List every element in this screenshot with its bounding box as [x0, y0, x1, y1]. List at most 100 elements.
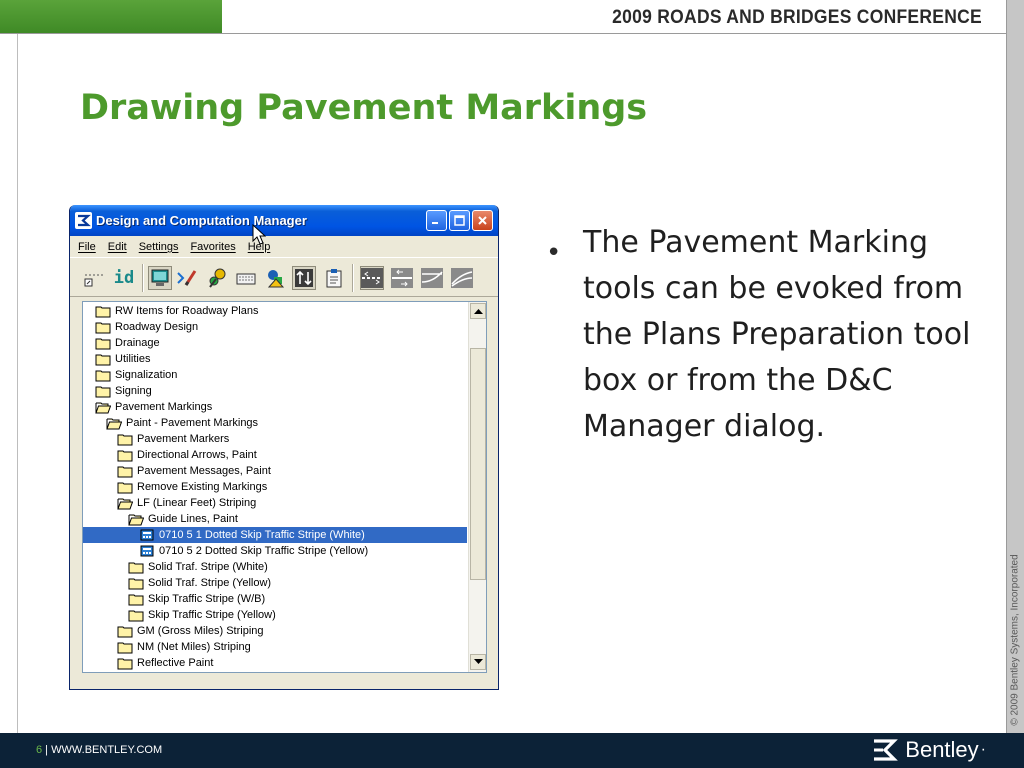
tree-item[interactable]: RW Items for Roadway Plans — [83, 303, 467, 319]
close-icon — [478, 216, 487, 225]
item-icon — [139, 544, 155, 558]
menu-settings[interactable]: Settings — [139, 241, 179, 253]
line-style-button[interactable] — [82, 266, 106, 290]
tree-item-label: Pavement Markers — [137, 433, 230, 445]
folder-closed-icon — [117, 640, 133, 654]
tree-item-label: GM (Gross Miles) Striping — [137, 625, 264, 637]
id-button[interactable]: id — [112, 266, 136, 290]
folder-closed-icon — [117, 656, 133, 670]
footer-url[interactable]: WWW.BENTLEY.COM — [51, 744, 162, 756]
tree-item-label: Paint - Pavement Markings — [126, 417, 259, 429]
bullet-text: The Pavement Marking tools can be evoked… — [583, 225, 971, 444]
pencil-check-button[interactable] — [175, 266, 199, 290]
tree-item[interactable]: Solid Traf. Stripe (White) — [83, 559, 467, 575]
menu-bar: File Edit Settings Favorites Help — [70, 236, 498, 257]
stripe-arrows-button[interactable] — [390, 266, 414, 290]
arrow-up-icon — [473, 309, 483, 314]
keyboard-button[interactable] — [234, 266, 258, 290]
tree-item[interactable]: Remove Existing Markings — [83, 479, 467, 495]
folder-open-icon — [128, 512, 145, 526]
tree-item-label: Signalization — [115, 369, 178, 381]
minimize-button[interactable] — [426, 210, 447, 231]
shapes-icon — [267, 270, 285, 288]
tree-item[interactable]: Drainage — [83, 335, 467, 351]
minimize-icon — [432, 222, 438, 224]
scroll-down-button[interactable] — [470, 654, 486, 670]
tree-item-label: Reflective Paint — [137, 657, 214, 669]
clipboard-icon — [326, 269, 342, 288]
tree-rows: RW Items for Roadway Plans Roadway Design… — [83, 302, 467, 672]
tree-item[interactable]: Pavement Messages, Paint — [83, 463, 467, 479]
tree-item[interactable]: Roadway Design — [83, 319, 467, 335]
tree-item[interactable]: 0710 5 2 Dotted Skip Traffic Stripe (Yel… — [83, 543, 467, 559]
folder-closed-icon — [117, 464, 133, 478]
tree-item[interactable]: Solid Traf. Stripe (Yellow) — [83, 575, 467, 591]
tree-item-label: Remove Existing Markings — [137, 481, 268, 493]
scroll-thumb[interactable] — [470, 348, 486, 580]
arrow-down-icon — [473, 659, 483, 664]
monitor-button[interactable] — [148, 266, 172, 290]
left-margin-rule — [17, 34, 18, 734]
scroll-up-button[interactable] — [470, 303, 486, 319]
tree-item-label: LF (Linear Feet) Striping — [137, 497, 257, 509]
tree-item[interactable]: Utilities — [83, 351, 467, 367]
footer-separator: | — [42, 744, 52, 756]
folder-closed-icon — [128, 608, 144, 622]
tree-item[interactable]: Guide Lines, Paint — [83, 511, 467, 527]
folder-closed-icon — [95, 304, 111, 318]
folder-closed-icon — [95, 352, 111, 366]
tree-item-label: Signing — [115, 385, 152, 397]
tree-item[interactable]: Reflective Paint — [83, 655, 467, 671]
tree-item[interactable]: Directional Arrows, Paint — [83, 447, 467, 463]
tree-item-label: 0710 5 2 Dotted Skip Traffic Stripe (Yel… — [159, 545, 369, 557]
stripe-curve-icon — [421, 268, 443, 288]
menu-favorites[interactable]: Favorites — [190, 241, 235, 253]
arrows-updown-button[interactable] — [292, 266, 316, 290]
stripe-curve-button[interactable] — [420, 266, 444, 290]
header-accent-tab — [0, 0, 222, 33]
shapes-button[interactable] — [264, 266, 288, 290]
stripe-dash-button[interactable] — [360, 266, 384, 290]
folder-closed-icon — [128, 560, 144, 574]
folder-open-icon — [106, 416, 123, 430]
tree-item-label: RW Items for Roadway Plans — [115, 305, 259, 317]
monitor-icon — [151, 269, 169, 286]
dc-item-tree[interactable]: RW Items for Roadway Plans Roadway Design… — [82, 301, 487, 673]
menu-file[interactable]: File — [78, 241, 96, 253]
maximize-button[interactable] — [449, 210, 470, 231]
tree-item[interactable]: Paint - Pavement Markings — [83, 415, 467, 431]
folder-open-icon — [95, 400, 112, 414]
folder-closed-icon — [95, 320, 111, 334]
dc-manager-app-icon — [75, 212, 92, 229]
tree-item[interactable]: 0710 5 1 Dotted Skip Traffic Stripe (Whi… — [83, 527, 467, 543]
tree-item[interactable]: Pavement Markers — [83, 431, 467, 447]
tree-item[interactable]: GM (Gross Miles) Striping — [83, 623, 467, 639]
tree-item[interactable]: Signing — [83, 383, 467, 399]
stripe-skew-button[interactable] — [450, 266, 474, 290]
paint-button[interactable] — [205, 266, 229, 290]
toolbar-separator — [352, 264, 354, 292]
close-button[interactable] — [472, 210, 493, 231]
conference-title: 2009 ROADS AND BRIDGES CONFERENCE — [612, 7, 982, 28]
tree-item[interactable]: LF (Linear Feet) Striping — [83, 495, 467, 511]
tree-item-label: Skip Traffic Stripe (Yellow) — [148, 609, 276, 621]
folder-closed-icon — [117, 480, 133, 494]
tree-item-label: Directional Arrows, Paint — [137, 449, 257, 461]
tree-item[interactable]: NM (Net Miles) Striping — [83, 639, 467, 655]
item-icon — [139, 528, 155, 542]
tree-item[interactable]: Skip Traffic Stripe (W/B) — [83, 591, 467, 607]
tree-item[interactable]: Pavement Markings — [83, 399, 467, 415]
tree-item[interactable]: Skip Traffic Stripe (Yellow) — [83, 607, 467, 623]
menu-edit[interactable]: Edit — [108, 241, 127, 253]
window-titlebar[interactable]: Design and Computation Manager — [70, 205, 498, 236]
id-icon: id — [113, 268, 135, 288]
tree-item-label: Pavement Messages, Paint — [137, 465, 271, 477]
mouse-pointer-icon — [252, 224, 266, 245]
tree-item-label: NM (Net Miles) Striping — [137, 641, 251, 653]
clipboard-button[interactable] — [322, 266, 346, 290]
tree-item[interactable]: Signalization — [83, 367, 467, 383]
folder-closed-icon — [117, 432, 133, 446]
tree-item-label: Utilities — [115, 353, 151, 365]
tree-vertical-scrollbar[interactable] — [468, 302, 486, 672]
stripe-arrows-icon — [391, 268, 413, 288]
